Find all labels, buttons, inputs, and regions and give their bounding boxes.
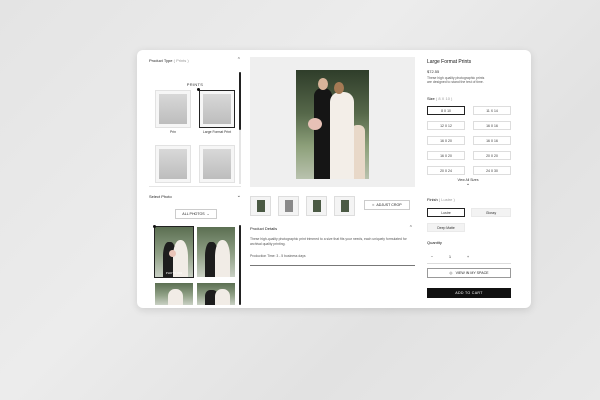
left-panel: Product Type ( Prints ) ⌃ PRINTS Prin La… bbox=[149, 55, 244, 305]
photo-tile[interactable] bbox=[197, 283, 235, 305]
size-label-row: Size ( 8 X 10 ) bbox=[427, 96, 452, 101]
all-photos-label: ALL PHOTOS bbox=[182, 212, 205, 216]
bouquet-figure bbox=[169, 249, 177, 257]
thumb-image bbox=[285, 200, 293, 212]
finish-option[interactable]: Glossy bbox=[471, 208, 511, 217]
photo-scrollbar[interactable] bbox=[239, 225, 241, 305]
product-title: Large Format Prints bbox=[427, 59, 472, 65]
view-in-my-space-label: VIEW IN MY SPACE bbox=[455, 271, 489, 275]
qty-increment-button[interactable]: + bbox=[463, 251, 473, 261]
divider bbox=[149, 186, 241, 187]
finish-label-row: Finish ( Lustre ) bbox=[427, 197, 455, 202]
thumb-image bbox=[313, 200, 321, 212]
selected-indicator-icon bbox=[197, 88, 200, 91]
finish-label: Finish bbox=[427, 197, 438, 202]
product-scrollbar-thumb[interactable] bbox=[239, 72, 241, 130]
crop-icon: ⌗ bbox=[372, 203, 375, 207]
bride-figure bbox=[168, 288, 184, 305]
product-thumb-caption: Prin bbox=[169, 130, 177, 134]
view-all-sizes-link[interactable]: View All Sizes ⌄ bbox=[453, 178, 483, 187]
product-details-header[interactable]: Product Details ⌃ bbox=[250, 223, 415, 233]
chevron-up-icon[interactable]: ⌃ bbox=[409, 225, 413, 231]
chevron-down-icon: ⌄ bbox=[465, 181, 471, 187]
production-time: Production Time: 3 - 5 business days bbox=[250, 254, 306, 258]
size-option[interactable]: 16 X 16 bbox=[473, 136, 511, 145]
selected-indicator-icon bbox=[153, 225, 156, 228]
finish-option[interactable]: Lustre bbox=[427, 208, 465, 217]
select-photo-label: Select Photo bbox=[149, 193, 172, 199]
eye-icon: ◎ bbox=[449, 271, 453, 275]
main-photo bbox=[296, 70, 369, 179]
product-price: $72.55 bbox=[427, 69, 440, 74]
view-in-my-space-button[interactable]: ◎ VIEW IN MY SPACE bbox=[427, 268, 511, 278]
size-option[interactable]: 16 X 20 bbox=[427, 151, 465, 160]
select-photo-header[interactable]: Select Photo ⌄ bbox=[149, 191, 241, 201]
thumb-image bbox=[257, 200, 265, 212]
print-preview-image bbox=[159, 94, 187, 124]
size-option[interactable]: 8 X 10 bbox=[427, 106, 465, 115]
chevron-up-icon[interactable]: ⌃ bbox=[237, 57, 241, 63]
print-preview bbox=[250, 57, 415, 187]
size-option[interactable]: 16 X 20 bbox=[427, 136, 465, 145]
bride-figure bbox=[330, 92, 354, 179]
size-option[interactable]: 24 X 30 bbox=[473, 166, 511, 175]
preview-thumb-4[interactable] bbox=[334, 196, 355, 216]
preview-thumb-1[interactable] bbox=[250, 196, 271, 216]
bride-head bbox=[334, 82, 344, 94]
product-scrollbar[interactable] bbox=[239, 72, 241, 184]
size-value: ( 8 X 10 ) bbox=[435, 96, 453, 101]
qty-value[interactable]: 1 bbox=[445, 251, 455, 261]
size-label: Size bbox=[427, 96, 435, 101]
product-preview-image bbox=[203, 149, 231, 179]
bride-figure bbox=[215, 288, 231, 305]
product-type-value: ( Prints ) bbox=[173, 57, 189, 63]
bride-figure bbox=[215, 240, 231, 277]
divider bbox=[427, 263, 511, 264]
all-photos-dropdown[interactable]: ALL PHOTOS ⌄ bbox=[175, 209, 217, 219]
product-description: These high-quality photographic print tr… bbox=[250, 237, 407, 246]
product-thumb-caption: Large Format Print bbox=[202, 130, 232, 134]
adjust-crop-button[interactable]: ⌗ ADJUST CROP bbox=[364, 200, 410, 210]
product-thumb-large-format[interactable] bbox=[199, 90, 235, 128]
finish-value: ( Lustre ) bbox=[438, 197, 455, 202]
photo-tile[interactable] bbox=[197, 227, 235, 277]
divider bbox=[250, 265, 415, 266]
size-option[interactable]: 20 X 24 bbox=[427, 166, 465, 175]
chevron-down-icon[interactable]: ⌄ bbox=[237, 193, 241, 199]
size-option[interactable]: 16 X 16 bbox=[473, 121, 511, 130]
add-to-cart-button[interactable]: ADD TO CART bbox=[427, 288, 511, 298]
finish-option[interactable]: Deep Matte bbox=[427, 223, 465, 232]
product-details-label: Product Details bbox=[250, 225, 278, 231]
bouquet-figure bbox=[308, 118, 322, 130]
quantity-label: Quantity bbox=[427, 240, 442, 245]
size-option[interactable]: 12 X 12 bbox=[427, 121, 465, 130]
qty-decrement-button[interactable]: − bbox=[427, 251, 437, 261]
photo-tile[interactable] bbox=[155, 283, 193, 305]
chevron-down-icon: ⌄ bbox=[206, 212, 210, 216]
size-option[interactable]: 20 X 20 bbox=[473, 151, 511, 160]
preview-thumb-2[interactable] bbox=[278, 196, 299, 216]
print-editor-window: Product Type ( Prints ) ⌃ PRINTS Prin La… bbox=[137, 50, 531, 308]
product-type-header[interactable]: Product Type ( Prints ) ⌃ bbox=[149, 55, 241, 65]
product-thumb-3[interactable] bbox=[155, 145, 191, 183]
photo-tile-selected[interactable]: PHOTO 001 bbox=[154, 226, 194, 278]
photo-scrollbar-thumb[interactable] bbox=[239, 225, 241, 305]
photo-caption: PHOTO 001 bbox=[165, 271, 183, 275]
groom-head bbox=[318, 78, 328, 90]
prints-heading: PRINTS bbox=[186, 82, 204, 87]
size-option[interactable]: 11 X 14 bbox=[473, 106, 511, 115]
product-short-description: These high quality photographic prints a… bbox=[427, 76, 485, 85]
adjust-crop-label: ADJUST CROP bbox=[376, 203, 402, 207]
product-type-label: Product Type bbox=[149, 57, 173, 63]
product-thumb-print[interactable] bbox=[155, 90, 191, 128]
product-thumb-4[interactable] bbox=[199, 145, 235, 183]
product-preview-image bbox=[159, 149, 187, 179]
preview-thumb-3[interactable] bbox=[306, 196, 327, 216]
thumb-image bbox=[341, 200, 349, 212]
large-format-preview-image bbox=[203, 94, 231, 124]
